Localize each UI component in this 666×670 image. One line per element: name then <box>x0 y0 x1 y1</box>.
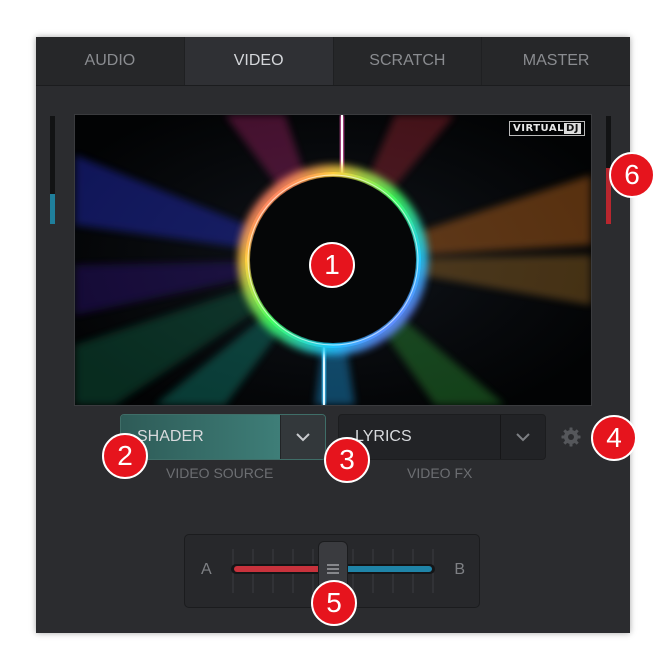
callout-badge-4: 4 <box>591 415 637 461</box>
callout-badge-3: 3 <box>324 437 370 483</box>
left-level-meter <box>50 116 55 224</box>
video-fx-settings-button[interactable] <box>560 426 582 448</box>
callout-badge-6: 6 <box>609 152 655 198</box>
video-fx-arrow[interactable] <box>500 415 545 459</box>
left-level-meter-fill <box>50 194 55 224</box>
tab-scratch[interactable]: SCRATCH <box>334 37 483 85</box>
video-source-caption: VIDEO SOURCE <box>166 465 274 481</box>
callout-badge-5: 5 <box>311 580 357 626</box>
tab-bar: AUDIO VIDEO SCRATCH MASTER <box>36 37 630 86</box>
tab-master[interactable]: MASTER <box>482 37 630 85</box>
callout-badge-1: 1 <box>309 242 355 288</box>
video-fx-caption: VIDEO FX <box>407 465 473 481</box>
video-source-dropdown[interactable]: SHADER <box>120 414 326 460</box>
tab-audio[interactable]: AUDIO <box>36 37 185 85</box>
gear-icon <box>561 427 581 447</box>
chevron-down-icon <box>516 433 530 442</box>
logo-text: VIRTUAL <box>513 123 564 134</box>
video-panel: AUDIO VIDEO SCRATCH MASTER VIRTUAL DJ SH… <box>36 37 630 633</box>
callout-badge-2: 2 <box>102 433 148 479</box>
chevron-down-icon <box>296 433 310 442</box>
video-source-arrow[interactable] <box>280 415 325 459</box>
virtualdj-logo: VIRTUAL DJ <box>509 121 585 136</box>
tab-video[interactable]: VIDEO <box>184 37 334 85</box>
logo-text-accent: DJ <box>563 123 581 134</box>
